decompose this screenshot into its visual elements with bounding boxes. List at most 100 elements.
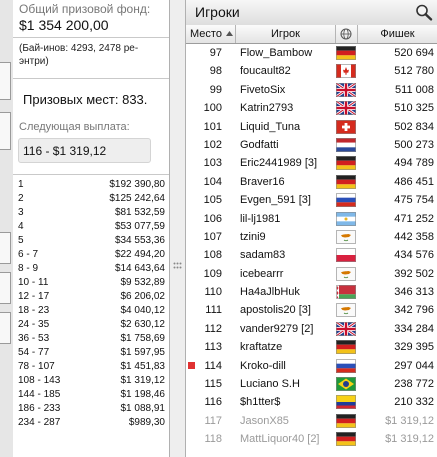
paid-places-text: Призовых мест: 833.: [23, 92, 148, 107]
table-row[interactable]: 111 apostolis20 [3] 342 796: [186, 301, 437, 319]
player-rank: 114: [204, 359, 222, 372]
table-row[interactable]: 112 vander9279 [2] 334 284: [186, 320, 437, 338]
table-row[interactable]: 117 JasonX85 $1 319,12: [186, 412, 437, 430]
belarus-flag-icon: [336, 285, 356, 300]
player-name: foucault82: [240, 65, 291, 78]
player-name: JasonX85: [240, 414, 289, 427]
column-chips[interactable]: Фишек: [358, 25, 437, 43]
edge-tab[interactable]: [0, 312, 11, 344]
divider: [13, 174, 169, 175]
table-row[interactable]: 107 tzini9 442 358: [186, 228, 437, 246]
player-chips: 500 273: [394, 138, 434, 151]
payout-amount: $1 451,83: [120, 361, 166, 372]
player-rank: 99: [209, 83, 222, 96]
player-name: apostolis20 [3]: [240, 304, 311, 317]
payout-amount: $1 088,91: [120, 403, 166, 414]
edge-tab[interactable]: [0, 62, 11, 100]
payout-place: 234 - 287: [18, 417, 61, 428]
player-chips: 297 044: [394, 359, 434, 372]
player-name: Ha4aJlbHuk: [240, 286, 300, 299]
payout-place: 6 - 7: [18, 249, 39, 260]
table-row[interactable]: 97 Flow_Bambow 520 694: [186, 44, 437, 62]
payout-place: 24 - 35: [18, 319, 50, 330]
colombia-flag-icon: [336, 395, 356, 410]
germany-flag-icon: [336, 432, 356, 447]
player-chips: 434 576: [394, 249, 434, 262]
table-row[interactable]: 109 icebearrr 392 502: [186, 265, 437, 283]
payout-amount: $192 390,80: [109, 179, 165, 190]
player-rank: 115: [204, 378, 222, 391]
table-row[interactable]: 105 Evgen_591 [3] 475 754: [186, 191, 437, 209]
uk-flag-icon: [335, 81, 357, 98]
player-chips: 329 395: [394, 341, 434, 354]
player-name: Evgen_591 [3]: [240, 194, 311, 207]
player-rank: 101: [203, 120, 222, 133]
player-rank: 104: [203, 175, 222, 188]
sort-arrow-up-icon: [226, 31, 233, 36]
player-name: Kroko-dill: [240, 359, 286, 372]
player-rank: 97: [209, 47, 222, 59]
search-icon[interactable]: [414, 3, 434, 21]
player-chips: 238 772: [394, 378, 434, 391]
payout-row: 186 - 233 $1 088,91: [13, 402, 169, 416]
payout-amount: $53 077,59: [114, 221, 165, 232]
edge-tab[interactable]: [0, 232, 11, 264]
table-row[interactable]: 108 sadam83 434 576: [186, 246, 437, 264]
player-chips: 471 252: [394, 212, 434, 225]
table-row[interactable]: 115 Luciano S.H 238 772: [186, 375, 437, 393]
payout-amount: $2 630,12: [120, 319, 166, 330]
table-row[interactable]: 98 foucault82 512 780: [186, 62, 437, 80]
table-row[interactable]: 110 Ha4aJlbHuk 346 313: [186, 283, 437, 301]
payout-place: 18 - 23: [18, 305, 50, 316]
table-row[interactable]: 99 FivetoSix 511 008: [186, 81, 437, 99]
player-chips: 502 834: [394, 120, 434, 133]
column-player[interactable]: Игрок: [236, 25, 336, 43]
divider: [13, 37, 169, 38]
player-name: vander9279 [2]: [240, 322, 314, 335]
player-rank: 102: [203, 138, 222, 151]
germany-flag-icon: [336, 174, 356, 189]
poland-flag-icon: [336, 248, 356, 263]
table-row[interactable]: 114 Kroko-dill 297 044: [186, 357, 437, 375]
player-chips: 475 754: [394, 194, 434, 207]
table-row[interactable]: 106 lil-lj1981 471 252: [186, 210, 437, 228]
payout-place: 1: [18, 179, 24, 190]
player-chips: 342 796: [394, 304, 434, 317]
player-chips: 486 451: [394, 175, 434, 188]
player-chips: 442 358: [394, 230, 434, 243]
total-prize-value: $1 354 200,00: [19, 17, 109, 33]
player-rank: 100: [203, 102, 222, 115]
payout-row: 144 - 185 $1 198,46: [13, 388, 169, 402]
player-rank: 103: [203, 157, 222, 170]
payout-list: 1 $192 390,80 2 $125 242,64 3 $81 532,59 4 $53 …: [13, 178, 169, 430]
payout-place: 36 - 53: [18, 333, 50, 344]
player-name: MattLiquor40 [2]: [240, 433, 320, 446]
payout-row: 2 $125 242,64: [13, 192, 169, 206]
edge-tab[interactable]: [0, 272, 11, 304]
column-country[interactable]: [336, 25, 358, 43]
player-chips: 334 284: [394, 322, 434, 335]
payout-amount: $1 597,95: [120, 347, 166, 358]
table-row[interactable]: 103 Eric2441989 [3] 494 789: [186, 154, 437, 172]
players-column-header: Место Игрок Фишек: [186, 25, 437, 44]
table-row[interactable]: 104 Braver16 486 451: [186, 173, 437, 191]
payout-amount: $34 553,36: [114, 235, 165, 246]
table-row[interactable]: 101 Liquid_Tuna 502 834: [186, 118, 437, 136]
edge-tab[interactable]: [0, 112, 11, 150]
russia-flag-icon: [336, 193, 356, 208]
table-row[interactable]: 116 $h1tter$ 210 332: [186, 393, 437, 411]
column-rank[interactable]: Место: [186, 25, 236, 43]
players-title: Игроки: [195, 4, 240, 20]
table-row[interactable]: 102 Godfatti 500 273: [186, 136, 437, 154]
player-chips: 512 780: [394, 65, 434, 78]
table-row[interactable]: 118 MattLiquor40 [2] $1 319,12: [186, 430, 437, 448]
player-chips: 494 789: [394, 157, 434, 170]
russia-flag-icon: [336, 358, 356, 373]
entries-text: (Бай-инов: 4293, 2478 ре-энтри): [19, 43, 139, 67]
table-row[interactable]: 113 kraftatze 329 395: [186, 338, 437, 356]
panel-splitter[interactable]: [169, 0, 186, 457]
germany-flag-icon: [336, 46, 356, 60]
payout-place: 5: [18, 235, 24, 246]
player-name: Liquid_Tuna: [240, 120, 301, 133]
table-row[interactable]: 100 Katrin2793 510 325: [186, 99, 437, 117]
